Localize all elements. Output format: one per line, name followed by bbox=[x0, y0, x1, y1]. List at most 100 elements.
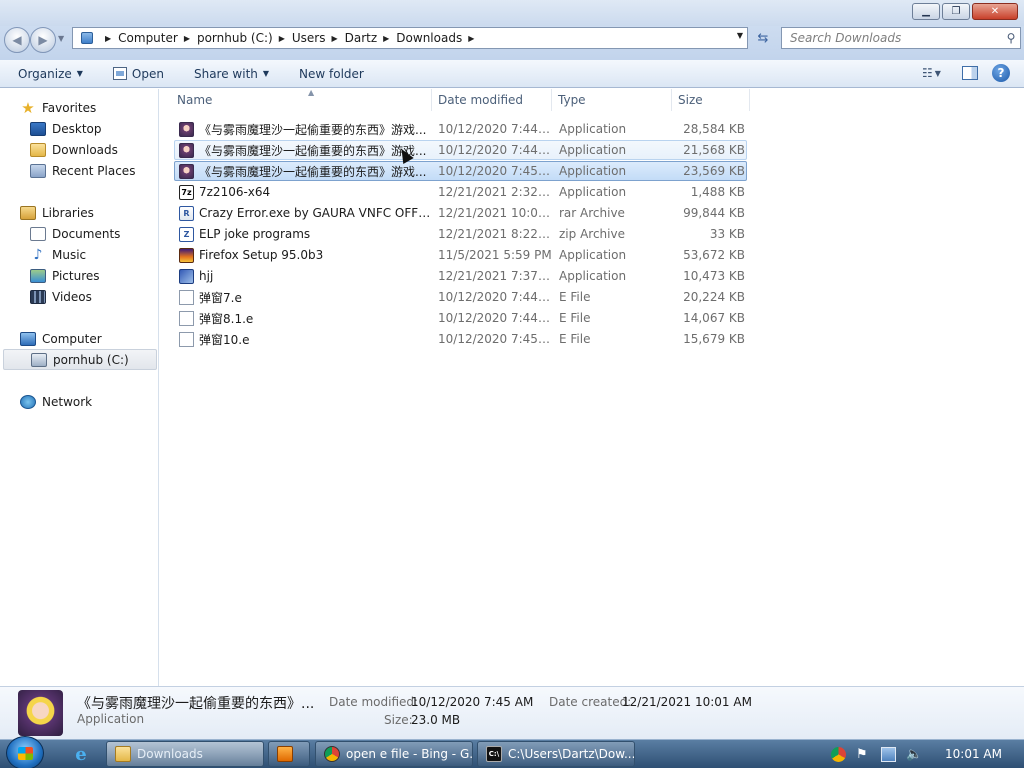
file-date: 10/12/2020 7:45 AM bbox=[438, 332, 552, 346]
nav-recent-places[interactable]: Recent Places bbox=[30, 160, 135, 181]
nav-libraries[interactable]: Libraries bbox=[20, 202, 94, 223]
help-icon[interactable]: ? bbox=[992, 64, 1010, 82]
file-name: 弹窗7.e bbox=[199, 290, 242, 305]
volume-icon[interactable]: 🔈 bbox=[906, 747, 922, 762]
chrome-icon bbox=[324, 746, 340, 762]
taskbar-item-cmd[interactable]: C:\ C:\Users\Dartz\Dow... bbox=[477, 741, 635, 767]
file-date: 12/21/2021 10:00 ... bbox=[438, 206, 552, 220]
nav-videos[interactable]: Videos bbox=[30, 286, 92, 307]
nav-documents-label: Documents bbox=[52, 226, 121, 241]
nav-documents[interactable]: Documents bbox=[30, 223, 120, 244]
file-row[interactable]: hjj 12/21/2021 7:37 AM Application 10,473 K… bbox=[174, 266, 747, 286]
nav-downloads-label: Downloads bbox=[52, 142, 118, 157]
refresh-button[interactable]: ⇆ bbox=[752, 28, 774, 48]
address-history-dropdown-icon[interactable]: ▼ bbox=[737, 31, 743, 40]
file-row[interactable]: 弹窗7.e 10/12/2020 7:44 AM E File 20,224 KB bbox=[174, 287, 747, 307]
search-icon[interactable]: ⚲ bbox=[1002, 29, 1020, 47]
taskbar-item-media-player[interactable] bbox=[268, 741, 310, 767]
breadcrumb-drive[interactable]: pornhub (C:) ▶ bbox=[197, 28, 292, 48]
forward-button[interactable]: ▶ bbox=[30, 27, 56, 53]
address-bar[interactable]: ▶ Computer ▶ pornhub (C:) ▶ Users ▶ Dartz ▶ … bbox=[72, 27, 748, 49]
action-center-flag-icon[interactable]: ⚑ bbox=[856, 747, 871, 762]
column-header-size[interactable]: Size bbox=[672, 89, 750, 111]
documents-icon bbox=[30, 226, 46, 241]
file-row-selected[interactable]: 《与雾雨魔理沙一起偷重要的东西》游戏... 10/12/2020 7:45 AM A… bbox=[174, 161, 747, 181]
chrome-tray-icon[interactable] bbox=[831, 746, 847, 762]
star-icon: ★ bbox=[21, 98, 35, 117]
computer-icon bbox=[20, 331, 36, 346]
breadcrumb-root[interactable]: ▶ bbox=[99, 28, 118, 48]
file-size: 14,067 KB bbox=[683, 311, 745, 325]
clock[interactable]: 10:01 AM bbox=[945, 747, 1002, 761]
file-type: Application bbox=[559, 164, 627, 178]
column-header-type[interactable]: Type bbox=[552, 89, 672, 111]
file-row[interactable]: 《与雾雨魔理沙一起偷重要的东西》游戏... 10/12/2020 7:44 AM A… bbox=[174, 140, 747, 160]
taskbar-item-chrome[interactable]: open e file - Bing - G... bbox=[315, 741, 473, 767]
maximize-button[interactable]: ❐ bbox=[942, 3, 970, 20]
file-type: Application bbox=[559, 185, 627, 199]
file-row[interactable]: 《与雾雨魔理沙一起偷重要的东西》游戏... 10/12/2020 7:44 AM A… bbox=[174, 119, 747, 139]
organize-button[interactable]: Organize ▼ bbox=[18, 67, 83, 81]
internet-explorer-icon[interactable]: e bbox=[65, 742, 97, 766]
file-date: 10/12/2020 7:44 AM bbox=[438, 143, 552, 157]
navigation-pane: ★ Favorites Desktop Downloads Recent Plac… bbox=[0, 89, 159, 686]
touhou-app-icon bbox=[179, 164, 194, 179]
taskbar-item-label: C:\Users\Dartz\Dow... bbox=[508, 747, 635, 761]
search-box[interactable]: Search Downloads ⚲ bbox=[781, 27, 1021, 49]
file-row[interactable]: 弹窗8.1.e 10/12/2020 7:44 AM E File 14,067 KB bbox=[174, 308, 747, 328]
start-button[interactable] bbox=[6, 736, 44, 768]
system-tray: ⚑ 🔈 10:01 AM bbox=[831, 740, 1024, 768]
nav-network[interactable]: Network bbox=[20, 391, 92, 412]
file-type: Application bbox=[559, 248, 627, 262]
file-row[interactable]: Z ELP joke programs 12/21/2021 8:22 AM zip … bbox=[174, 224, 747, 244]
file-name: Crazy Error.exe by GAURA VNFC OFFICIAL bbox=[199, 206, 433, 220]
back-button[interactable]: ◀ bbox=[4, 27, 30, 53]
nav-music[interactable]: ♪ Music bbox=[30, 244, 87, 265]
change-view-button[interactable]: ☷ ▼ bbox=[922, 66, 948, 80]
nav-downloads[interactable]: Downloads bbox=[30, 139, 118, 160]
preview-pane-toggle-icon[interactable] bbox=[962, 66, 978, 80]
blank-file-icon bbox=[179, 311, 194, 326]
search-input[interactable]: Search Downloads bbox=[782, 31, 1002, 45]
file-date: 10/12/2020 7:44 AM bbox=[438, 311, 552, 325]
breadcrumb-users[interactable]: Users ▶ bbox=[292, 28, 345, 48]
nav-desktop[interactable]: Desktop bbox=[30, 118, 102, 139]
file-row[interactable]: Firefox Setup 95.0b3 11/5/2021 5:59 PM App… bbox=[174, 245, 747, 265]
refresh-icon: ⇆ bbox=[757, 30, 769, 46]
file-name: Firefox Setup 95.0b3 bbox=[199, 248, 324, 262]
file-row[interactable]: 弹窗10.e 10/12/2020 7:45 AM E File 15,679 KB bbox=[174, 329, 747, 349]
file-date: 12/21/2021 7:37 AM bbox=[438, 269, 552, 283]
nav-computer[interactable]: Computer bbox=[20, 328, 102, 349]
file-row[interactable]: R Crazy Error.exe by GAURA VNFC OFFICIAL 1… bbox=[174, 203, 747, 223]
file-type: Application bbox=[559, 143, 627, 157]
new-folder-button[interactable]: New folder bbox=[299, 67, 364, 81]
minimize-button[interactable]: ▁ bbox=[912, 3, 940, 20]
taskbar-item-label: open e file - Bing - G... bbox=[346, 747, 473, 761]
title-bar: ▁ ❐ ✕ bbox=[0, 0, 1024, 26]
file-size: 1,488 KB bbox=[690, 185, 745, 199]
pictures-icon bbox=[30, 268, 46, 283]
forward-arrow-icon: ▶ bbox=[38, 33, 48, 47]
column-header-date[interactable]: Date modified bbox=[432, 89, 552, 111]
file-row[interactable]: 7z 7z2106-x64 12/21/2021 2:32 AM Applicatio… bbox=[174, 182, 747, 202]
music-icon: ♪ bbox=[33, 246, 43, 263]
breadcrumb-downloads[interactable]: Downloads ▶ bbox=[396, 28, 481, 48]
recent-pages-dropdown-icon[interactable]: ▼ bbox=[58, 34, 64, 43]
taskbar-item-downloads[interactable]: Downloads bbox=[106, 741, 264, 767]
nav-favorites[interactable]: ★ Favorites bbox=[20, 97, 96, 118]
nav-pictures[interactable]: Pictures bbox=[30, 265, 100, 286]
nav-music-label: Music bbox=[52, 247, 87, 262]
details-view-icon: ☷ bbox=[922, 66, 933, 80]
open-button[interactable]: Open bbox=[112, 67, 164, 81]
media-player-icon bbox=[277, 746, 293, 762]
column-size-label: Size bbox=[678, 93, 703, 107]
column-header-name[interactable]: Name ▲ bbox=[170, 88, 432, 111]
breadcrumb-chevron-icon: ▶ bbox=[105, 33, 112, 43]
close-button[interactable]: ✕ bbox=[972, 3, 1018, 20]
share-with-button[interactable]: Share with ▼ bbox=[194, 67, 269, 81]
breadcrumb-computer[interactable]: Computer ▶ bbox=[118, 28, 197, 48]
network-tray-icon[interactable] bbox=[881, 746, 897, 762]
nav-drive-c[interactable]: pornhub (C:) bbox=[3, 349, 157, 370]
breadcrumb-dartz[interactable]: Dartz ▶ bbox=[345, 28, 397, 48]
file-type: Application bbox=[559, 122, 627, 136]
